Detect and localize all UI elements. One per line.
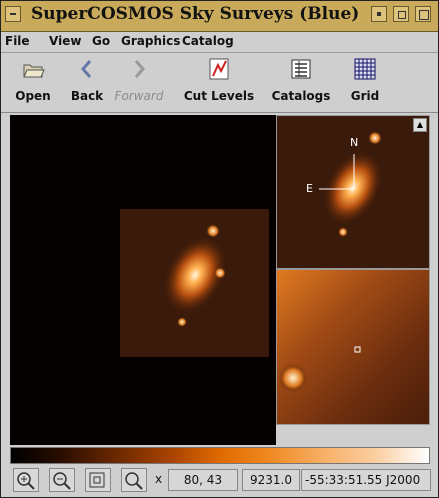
forward-button[interactable]: Forward [109,57,169,103]
grid-label: Grid [350,89,380,103]
catalogs-button[interactable]: Catalogs [269,57,333,103]
scroll-up-arrow-icon[interactable]: ▲ [413,118,427,132]
galaxy-image[interactable] [120,209,269,357]
menu-view[interactable]: View [49,34,81,48]
catalogs-label: Catalogs [271,89,331,103]
close-button[interactable] [415,6,431,22]
zoom-normal-button[interactable] [121,468,147,492]
pan-window[interactable]: N E ▲ [276,115,430,269]
magnifier-icon [125,472,143,490]
menu-file[interactable]: File [5,34,30,48]
zoom-out-icon [53,472,71,490]
zoom-out-button[interactable] [49,468,75,492]
catalogs-icon [289,57,313,81]
pixel-value-field: 9231.0 [242,469,300,491]
zoom-in-button[interactable] [13,468,39,492]
minimize-button[interactable] [371,6,387,22]
back-label: Back [70,89,104,103]
zoom-fit-button[interactable] [85,468,111,492]
pixel-coords-field: 80, 43 [168,469,238,491]
side-panel: N E ▲ [276,115,430,445]
open-label: Open [15,89,51,103]
menu-graphics[interactable]: Graphics [121,34,180,48]
window-menu-button[interactable] [5,6,21,22]
compass-east: E [306,182,313,195]
title-bar[interactable]: SuperCOSMOS Sky Surveys (Blue) - tcQu [1,1,438,32]
forward-label: Forward [114,89,164,103]
grid-button[interactable]: Grid [341,57,389,103]
back-button[interactable]: Back [63,57,111,103]
image-display[interactable]: N E ▲ [10,115,430,445]
zoom-in-icon [17,472,35,490]
zoom-fit-icon [89,472,105,488]
forward-arrow-icon [127,57,151,81]
folder-open-icon [21,57,45,81]
toolbar: Open Back Forward Cut Levels Catalogs Gr… [1,53,438,113]
maximize-button[interactable] [393,6,409,22]
main-window: SuperCOSMOS Sky Surveys (Blue) - tcQu Fi… [0,0,439,498]
cut-levels-label: Cut Levels [183,89,255,103]
zoom-window [276,269,430,425]
cut-levels-button[interactable]: Cut Levels [181,57,257,103]
x-label: x [155,472,163,486]
open-button[interactable]: Open [9,57,57,103]
world-coords-field: -55:33:51.55 J2000 [301,469,431,491]
menu-bar: File View Go Graphics Catalog [1,32,438,53]
compass-north: N [350,136,359,149]
colorbar[interactable] [10,447,430,464]
grid-icon [353,57,377,81]
window-title: SuperCOSMOS Sky Surveys (Blue) - tcQu [31,4,361,24]
status-bar: x 80, 43 9231.0 -55:33:51.55 J2000 [1,466,438,497]
menu-catalog[interactable]: Catalog [182,34,234,48]
menu-go[interactable]: Go [92,34,110,48]
cut-levels-icon [207,57,231,81]
back-arrow-icon [75,57,99,81]
